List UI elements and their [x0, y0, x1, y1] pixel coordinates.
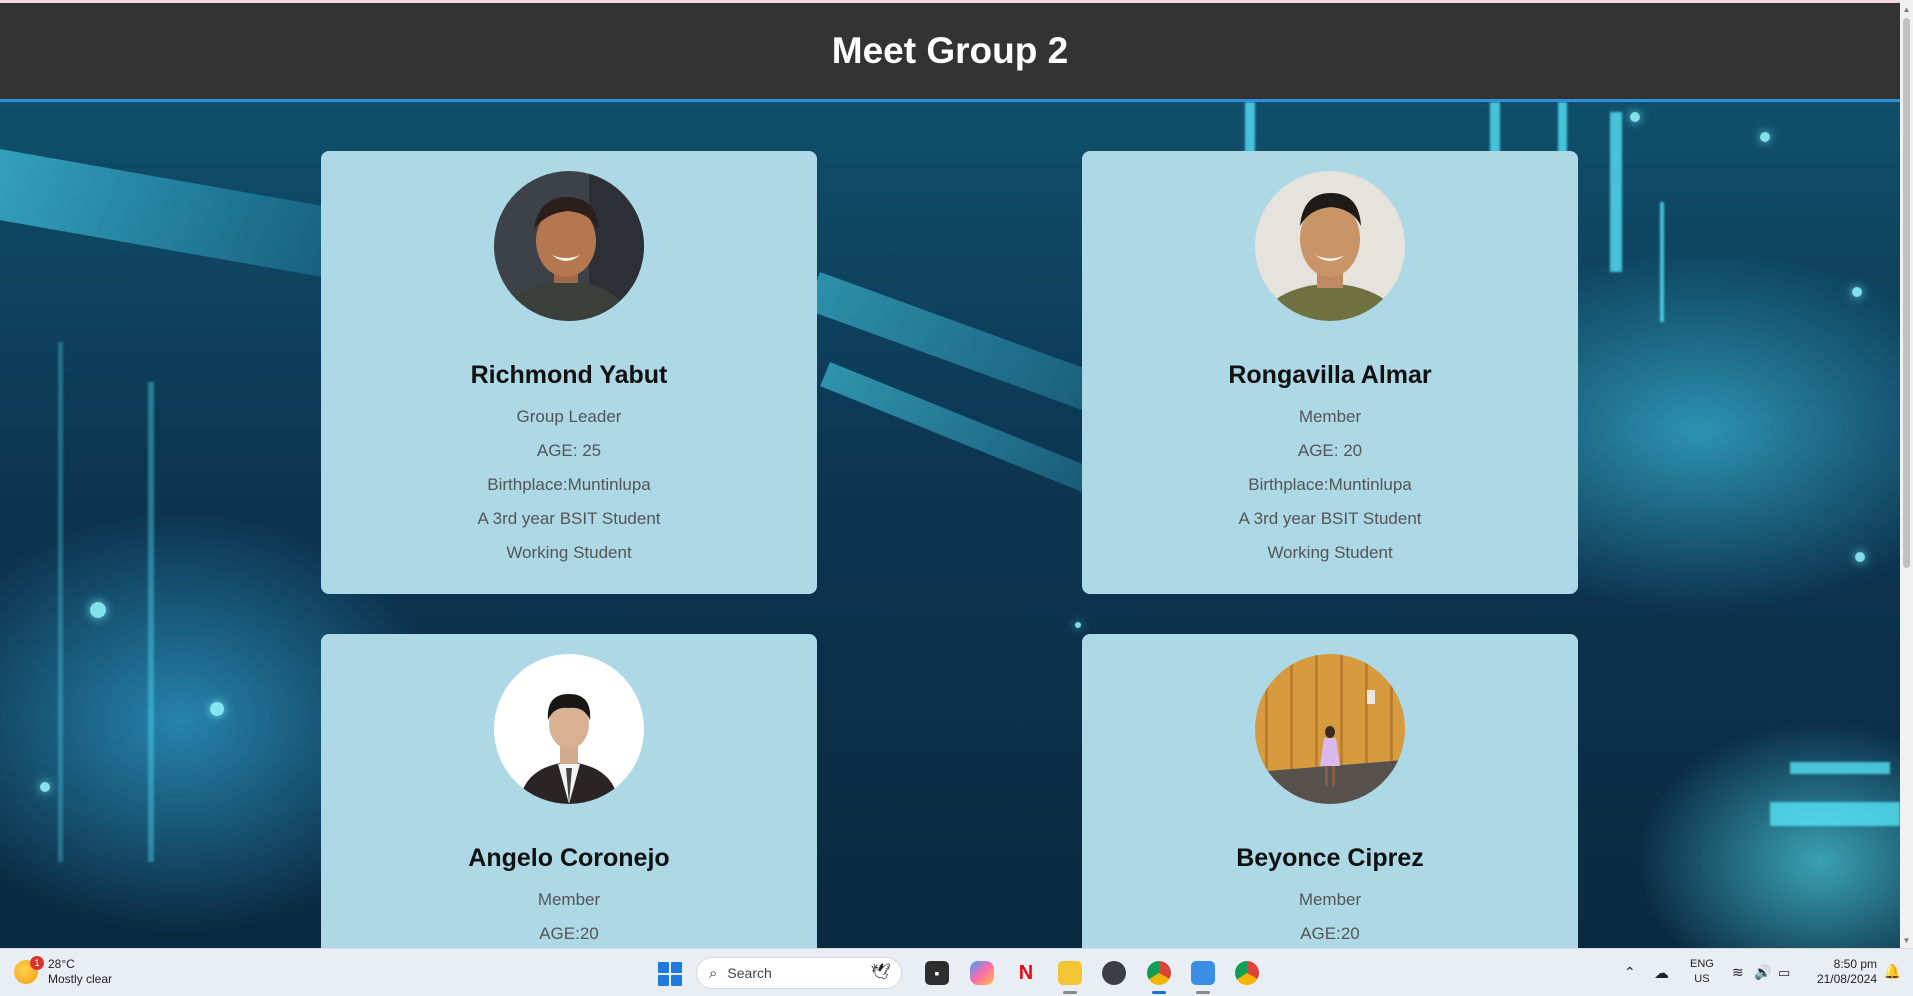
weather-condition: Mostly clear [48, 972, 113, 986]
member-status: Working Student [506, 543, 632, 562]
member-age: AGE:20 [539, 924, 599, 943]
scroll-up-arrow-icon[interactable]: ▲ [1900, 3, 1913, 17]
onedrive-cloud-icon[interactable]: ☁ [1654, 949, 1669, 996]
file-explorer-running-indicator [1063, 991, 1077, 994]
clock-date: 21/08/2024 [1816, 972, 1877, 986]
language-indicator[interactable]: ENG US [1690, 957, 1714, 987]
background-image [0, 102, 1900, 948]
member-age: AGE:20 [1300, 924, 1360, 943]
windows-start-icon[interactable] [658, 962, 682, 986]
taskbar-search-box[interactable]: ⌕ Search 🕊 [696, 957, 902, 989]
copilot-app-icon[interactable] [970, 961, 994, 985]
member-age: AGE: 25 [536, 441, 602, 460]
notification-bell-icon[interactable]: 🔔 [1884, 963, 1901, 980]
obs-app-icon[interactable] [1102, 961, 1126, 985]
search-highlight-bird-icon: 🕊 [870, 964, 891, 981]
member-name: Angelo Coronejo [468, 844, 670, 872]
member-card: Richmond Yabut Group Leader AGE: 25 Birt… [321, 151, 817, 594]
language-code: ENG [1690, 958, 1714, 970]
terminal-app-icon[interactable]: ▪ [925, 961, 949, 985]
member-photo [494, 654, 644, 804]
scrollbar-thumb[interactable] [1903, 18, 1910, 568]
member-birthplace: Birthplace:Muntinlupa [487, 475, 651, 494]
member-card: Rongavilla Almar Member AGE: 20 Birthpla… [1082, 151, 1578, 594]
search-placeholder: Search [727, 965, 772, 981]
system-clock[interactable]: 8:50 pm 21/08/2024 [1817, 957, 1877, 987]
member-year: A 3rd year BSIT Student [1238, 509, 1422, 528]
chrome-app-icon[interactable] [1147, 961, 1171, 985]
scroll-down-arrow-icon[interactable]: ▼ [1900, 934, 1913, 948]
member-card: Beyonce Ciprez Member AGE:20 [1082, 634, 1578, 948]
wifi-icon[interactable]: ≋ [1732, 949, 1744, 996]
member-role: Group Leader [516, 407, 622, 426]
member-name: Beyonce Ciprez [1236, 844, 1424, 872]
member-year: A 3rd year BSIT Student [477, 509, 661, 528]
chrome-active-indicator [1152, 991, 1166, 994]
member-age: AGE: 20 [1297, 441, 1363, 460]
file-explorer-app-icon[interactable] [1058, 961, 1082, 985]
member-role: Member [1298, 407, 1362, 426]
member-status: Working Student [1267, 543, 1393, 562]
member-card: Angelo Coronejo Member AGE:20 [321, 634, 817, 948]
weather-temp: 28°C [48, 957, 75, 971]
member-photo [494, 171, 644, 321]
netflix-app-icon[interactable]: N [1014, 961, 1038, 985]
page-header: Meet Group 2 [0, 3, 1900, 102]
member-birthplace: Birthplace:Muntinlupa [1248, 475, 1412, 494]
vertical-scrollbar[interactable]: ▲ ▼ [1900, 0, 1913, 948]
tray-chevron-icon[interactable]: ⌃ [1624, 949, 1636, 996]
page-title: Meet Group 2 [831, 30, 1069, 71]
notepad-app-icon[interactable] [1191, 961, 1215, 985]
battery-icon[interactable]: ▭ [1778, 949, 1790, 996]
notepad-running-indicator [1196, 991, 1210, 994]
weather-badge: 1 [30, 956, 44, 970]
member-name: Richmond Yabut [470, 361, 668, 389]
search-icon: ⌕ [709, 964, 718, 982]
member-photo [1255, 654, 1405, 804]
member-role: Member [537, 890, 601, 909]
member-name: Rongavilla Almar [1228, 361, 1432, 389]
clock-time: 8:50 pm [1833, 957, 1877, 971]
volume-icon[interactable]: 🔊 [1754, 949, 1771, 996]
weather-widget[interactable]: 1 28°C Mostly clear [14, 956, 113, 987]
weather-sun-icon: 1 [14, 956, 44, 984]
member-photo [1255, 171, 1405, 321]
taskbar: 1 28°C Mostly clear ⌕ Search 🕊 ▪ N ⌃ ☁ E… [0, 948, 1913, 996]
region-code: US [1694, 973, 1710, 985]
member-role: Member [1298, 890, 1362, 909]
chrome-profile-app-icon[interactable] [1235, 961, 1259, 985]
